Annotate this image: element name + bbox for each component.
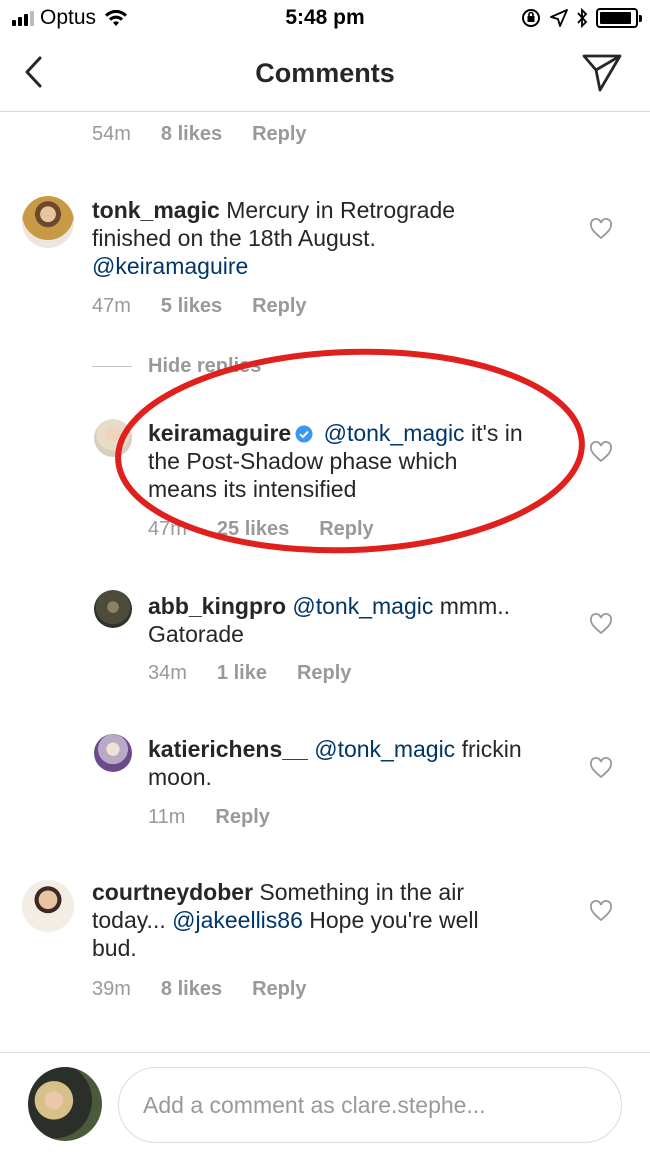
comment-meta: 47m 25 likes Reply: [148, 518, 404, 541]
likes-count[interactable]: 25 likes: [217, 518, 289, 541]
heart-icon[interactable]: [589, 900, 613, 922]
hide-replies-button[interactable]: Hide replies: [92, 355, 261, 378]
verified-badge-icon: [295, 425, 313, 443]
comment-body: tonk_magic Mercury in Retrograde finishe…: [92, 196, 455, 280]
hide-replies-label[interactable]: Hide replies: [148, 355, 261, 378]
direct-send-icon[interactable]: [580, 52, 624, 92]
reply-button[interactable]: Reply: [252, 295, 306, 318]
status-bar: Optus 5:48 pm: [0, 0, 650, 36]
comment-text: bud.: [92, 935, 137, 961]
page-title: Comments: [255, 58, 395, 88]
comment-text: the Post-Shadow phase which: [148, 448, 458, 474]
avatar: [28, 1067, 102, 1141]
comment-meta: 34m 1 like Reply: [148, 662, 381, 685]
comment-meta: 11m Reply: [148, 806, 300, 829]
avatar[interactable]: [94, 734, 132, 772]
comment-meta: 39m 8 likes Reply: [92, 978, 337, 1001]
heart-icon[interactable]: [589, 757, 613, 779]
avatar[interactable]: [22, 880, 74, 932]
comment-text: Something in the air: [253, 879, 464, 905]
likes-count[interactable]: 5 likes: [161, 295, 222, 318]
likes-count[interactable]: 1 like: [217, 662, 267, 685]
comment-meta: 54m 8 likes Reply: [92, 123, 337, 146]
comment-username[interactable]: abb_kingpro: [148, 593, 286, 619]
comment-composer: [0, 1052, 650, 1156]
comment-body: courtneydober Something in the air today…: [92, 878, 479, 962]
comment-username[interactable]: tonk_magic: [92, 197, 220, 223]
heart-icon[interactable]: [589, 218, 613, 240]
comment-body: keiramaguire @tonk_magic it's in the Pos…: [148, 419, 523, 503]
comment-text: today...: [92, 907, 173, 933]
reply-button[interactable]: Reply: [297, 662, 351, 685]
battery-icon: [596, 8, 642, 28]
comment-text: moon.: [148, 764, 212, 790]
mention-link[interactable]: @keiramaguire: [92, 253, 248, 279]
reply-button[interactable]: Reply: [319, 518, 373, 541]
comment-text: finished on the 18th August.: [92, 225, 376, 251]
reply-button[interactable]: Reply: [252, 123, 306, 146]
comment-time: 39m: [92, 978, 131, 1000]
comment-text: means its intensified: [148, 476, 357, 502]
divider: [92, 366, 132, 367]
orientation-lock-icon: [522, 9, 540, 27]
comment-text: mmm..: [433, 593, 511, 619]
comment-username[interactable]: courtneydober: [92, 879, 253, 905]
mention-link[interactable]: @tonk_magic: [292, 593, 433, 619]
comment-time: 47m: [148, 518, 187, 540]
heart-icon[interactable]: [589, 613, 613, 635]
location-icon: [550, 9, 568, 27]
comment-time: 47m: [92, 295, 131, 317]
comment-time: 54m: [92, 123, 131, 145]
comment-username[interactable]: keiramaguire: [148, 420, 291, 446]
comment-text: Mercury in Retrograde: [219, 197, 456, 223]
reply-button[interactable]: Reply: [252, 978, 306, 1001]
reply-button[interactable]: Reply: [215, 806, 269, 829]
likes-count[interactable]: 8 likes: [161, 978, 222, 1001]
comment-text: frickin: [455, 736, 522, 762]
avatar[interactable]: [94, 419, 132, 457]
comment-body: abb_kingpro @tonk_magic mmm.. Gatorade: [148, 592, 510, 648]
bluetooth-icon: [577, 8, 588, 28]
comment-time: 34m: [148, 662, 187, 684]
comment-input[interactable]: [118, 1067, 622, 1143]
mention-link[interactable]: @tonk_magic: [324, 420, 465, 446]
mention-link[interactable]: @tonk_magic: [314, 736, 455, 762]
mention-link[interactable]: @jakeellis86: [172, 907, 303, 933]
avatar[interactable]: [22, 196, 74, 248]
status-icons: [520, 7, 642, 29]
avatar[interactable]: [94, 590, 132, 628]
comment-text: Gatorade: [148, 621, 244, 647]
comment-username[interactable]: katierichens__: [148, 736, 308, 762]
comment-text: Hope you're well: [302, 907, 479, 933]
comment-meta: 47m 5 likes Reply: [92, 295, 337, 318]
navigation-bar: Comments: [0, 36, 650, 112]
comment-time: 11m: [148, 806, 186, 828]
heart-icon[interactable]: [589, 441, 613, 463]
comment-text: it's in: [464, 420, 523, 446]
likes-count[interactable]: 8 likes: [161, 123, 222, 146]
comment-body: katierichens__ @tonk_magic frickin moon.: [148, 735, 522, 791]
